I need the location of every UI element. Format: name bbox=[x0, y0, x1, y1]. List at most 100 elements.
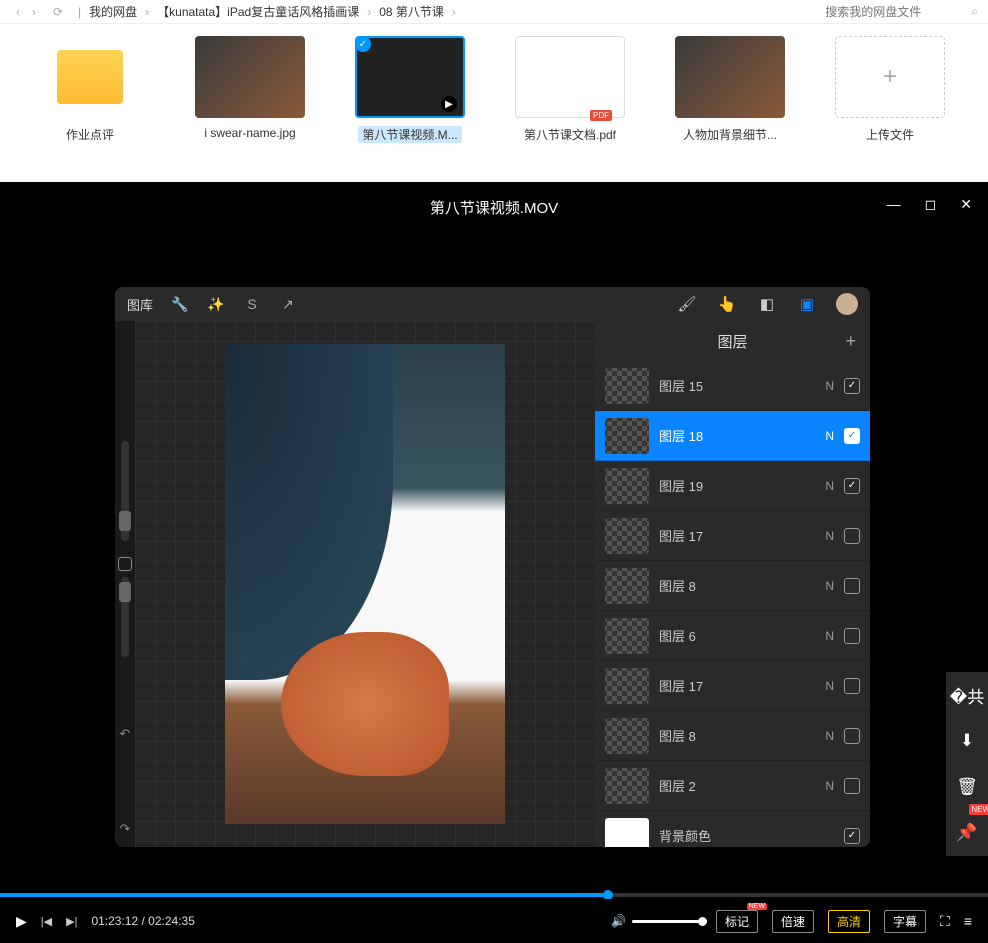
mark-button[interactable]: 标记 bbox=[716, 910, 758, 933]
modifier-button[interactable] bbox=[118, 557, 132, 571]
undo-icon[interactable]: ↶ bbox=[120, 726, 131, 742]
artwork bbox=[225, 344, 505, 824]
crumb-folder2[interactable]: 08 第八节课 bbox=[375, 3, 448, 20]
layers-panel: 图层 + 图层 15 N 图层 18 N 图层 19 N 图层 17 N 图层 … bbox=[595, 321, 870, 847]
background-layer-row[interactable]: 背景颜色 bbox=[595, 811, 870, 847]
file-label: i swear-name.jpg bbox=[204, 126, 295, 140]
crumb-folder1[interactable]: 【kunatata】iPad复古童话风格插画课 bbox=[153, 3, 363, 20]
eraser-icon[interactable]: ◧ bbox=[756, 295, 778, 313]
layer-name: 图层 8 bbox=[659, 726, 815, 745]
share-icon[interactable]: �共 bbox=[946, 672, 988, 718]
file-label: 上传文件 bbox=[866, 126, 914, 143]
nav-forward-icon[interactable]: › bbox=[26, 5, 42, 19]
visibility-checkbox[interactable] bbox=[844, 378, 860, 394]
layer-name: 背景颜色 bbox=[659, 826, 824, 845]
layer-thumb bbox=[605, 418, 649, 454]
wrench-icon[interactable]: 🔧 bbox=[171, 296, 189, 313]
visibility-checkbox[interactable] bbox=[844, 428, 860, 444]
prev-icon[interactable]: |◀ bbox=[41, 915, 52, 928]
blend-mode[interactable]: N bbox=[825, 729, 834, 743]
blend-mode[interactable]: N bbox=[825, 429, 834, 443]
visibility-checkbox[interactable] bbox=[844, 828, 860, 844]
side-actions: �共 ⬇ 🗑 📌 bbox=[946, 672, 988, 856]
fullscreen-icon[interactable]: ⛶ bbox=[940, 913, 950, 930]
layer-name: 图层 8 bbox=[659, 576, 815, 595]
next-icon[interactable]: ▶| bbox=[66, 915, 77, 928]
layer-row[interactable]: 图层 17 N bbox=[595, 661, 870, 711]
file-pdf[interactable]: 第八节课文档.pdf bbox=[510, 36, 630, 170]
layers-list: 图层 15 N 图层 18 N 图层 19 N 图层 17 N 图层 8 N 图… bbox=[595, 361, 870, 847]
file-image[interactable]: i swear-name.jpg bbox=[190, 36, 310, 170]
layer-name: 图层 2 bbox=[659, 776, 815, 795]
maximize-icon[interactable]: ◻ bbox=[925, 196, 937, 213]
file-image-2[interactable]: 人物加背景细节... bbox=[670, 36, 790, 170]
canvas-area[interactable] bbox=[135, 321, 595, 847]
pin-icon[interactable]: 📌 bbox=[946, 810, 988, 856]
layer-row[interactable]: 图层 19 N bbox=[595, 461, 870, 511]
redo-icon[interactable]: ↷ bbox=[120, 821, 131, 837]
blend-mode[interactable]: N bbox=[825, 629, 834, 643]
smudge-icon[interactable]: 👆 bbox=[716, 295, 738, 313]
layer-row[interactable]: 图层 6 N bbox=[595, 611, 870, 661]
layers-header: 图层 + bbox=[595, 321, 870, 361]
layer-row[interactable]: 图层 15 N bbox=[595, 361, 870, 411]
visibility-checkbox[interactable] bbox=[844, 628, 860, 644]
layer-name: 图层 6 bbox=[659, 626, 815, 645]
check-icon: ✓ bbox=[355, 36, 371, 52]
download-icon[interactable]: ⬇ bbox=[946, 718, 988, 764]
progress-bar[interactable] bbox=[0, 893, 988, 897]
reload-icon[interactable]: ⟳ bbox=[48, 5, 68, 19]
layers-title: 图层 bbox=[717, 331, 747, 352]
visibility-checkbox[interactable] bbox=[844, 778, 860, 794]
layer-row[interactable]: 图层 8 N bbox=[595, 711, 870, 761]
quality-button[interactable]: 高清 bbox=[828, 910, 870, 933]
file-folder[interactable]: 作业点评 bbox=[30, 36, 150, 170]
play-icon[interactable]: ▶ bbox=[16, 913, 27, 930]
subtitle-button[interactable]: 字幕 bbox=[884, 910, 926, 933]
speed-button[interactable]: 倍速 bbox=[772, 910, 814, 933]
search-input[interactable] bbox=[825, 5, 965, 19]
minimize-icon[interactable]: — bbox=[887, 196, 901, 213]
blend-mode[interactable]: N bbox=[825, 529, 834, 543]
layer-row[interactable]: 图层 2 N bbox=[595, 761, 870, 811]
blend-mode[interactable]: N bbox=[825, 779, 834, 793]
blend-mode[interactable]: N bbox=[825, 679, 834, 693]
move-icon[interactable]: ↗ bbox=[279, 296, 297, 313]
visibility-checkbox[interactable] bbox=[844, 528, 860, 544]
file-video-selected[interactable]: ✓ 第八节课视频.M... bbox=[350, 36, 470, 170]
visibility-checkbox[interactable] bbox=[844, 578, 860, 594]
playlist-icon[interactable]: ≡ bbox=[964, 913, 972, 929]
visibility-checkbox[interactable] bbox=[844, 678, 860, 694]
layers-icon[interactable]: ▣ bbox=[796, 295, 818, 313]
gallery-button[interactable]: 图库 bbox=[127, 295, 153, 314]
search-icon[interactable]: ⌕ bbox=[971, 4, 978, 19]
selection-icon[interactable]: S bbox=[243, 296, 261, 312]
video-thumb: ✓ bbox=[355, 36, 465, 118]
upload-button[interactable]: 上传文件 bbox=[830, 36, 950, 170]
wand-icon[interactable]: ✨ bbox=[207, 296, 225, 313]
blend-mode[interactable]: N bbox=[825, 479, 834, 493]
layer-thumb bbox=[605, 368, 649, 404]
folder-icon bbox=[57, 50, 123, 104]
breadcrumb-bar: ‹ › ⟳ | 我的网盘 › 【kunatata】iPad复古童话风格插画课 ›… bbox=[0, 0, 988, 24]
brush-icon[interactable]: 🖌 bbox=[676, 295, 698, 313]
volume-icon[interactable]: 🔊 bbox=[611, 914, 626, 928]
blend-mode[interactable]: N bbox=[825, 579, 834, 593]
blend-mode[interactable]: N bbox=[825, 379, 834, 393]
crumb-root[interactable]: 我的网盘 bbox=[85, 3, 141, 20]
layer-row[interactable]: 图层 18 N bbox=[595, 411, 870, 461]
opacity-slider[interactable] bbox=[121, 577, 129, 657]
visibility-checkbox[interactable] bbox=[844, 478, 860, 494]
procreate-toolbar: 图库 🔧 ✨ S ↗ 🖌 👆 ◧ ▣ bbox=[115, 287, 870, 321]
upload-icon bbox=[835, 36, 945, 118]
brush-size-slider[interactable] bbox=[121, 441, 129, 541]
volume-control[interactable]: 🔊 bbox=[611, 914, 702, 928]
add-layer-icon[interactable]: + bbox=[845, 331, 856, 352]
nav-back-icon[interactable]: ‹ bbox=[10, 5, 26, 19]
layer-row[interactable]: 图层 17 N bbox=[595, 511, 870, 561]
close-icon[interactable]: ✕ bbox=[960, 196, 972, 213]
color-swatch[interactable] bbox=[836, 293, 858, 315]
layer-row[interactable]: 图层 8 N bbox=[595, 561, 870, 611]
volume-slider[interactable] bbox=[632, 920, 702, 923]
visibility-checkbox[interactable] bbox=[844, 728, 860, 744]
